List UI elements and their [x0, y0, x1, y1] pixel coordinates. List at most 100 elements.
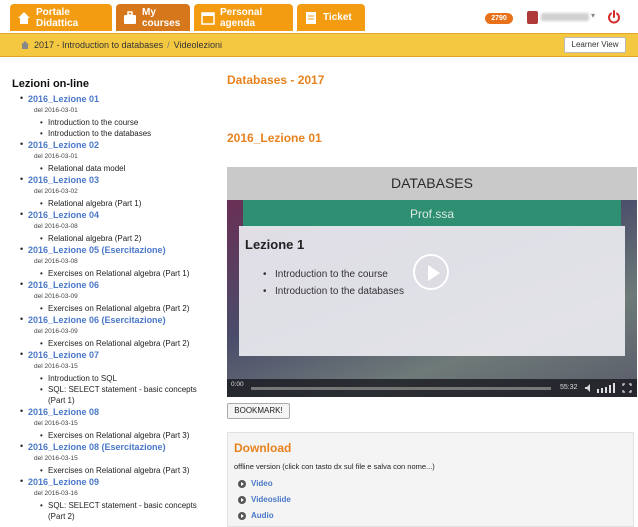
briefcase-icon [122, 10, 138, 26]
notification-badge[interactable]: 2790 [485, 13, 513, 24]
download-panel: Download offline version (click con tast… [227, 432, 634, 527]
topic-item: Exercises on Relational algebra (Part 2) [38, 303, 212, 314]
slide-subheading: Prof.ssa [243, 200, 621, 228]
lesson-date: del 2016-03-08 [34, 223, 78, 230]
lesson-item: 2016_Lezione 09 del 2016-03-16 SQL: SELECT… [12, 476, 212, 522]
slide-title: Lezione 1 [245, 237, 305, 252]
lesson-item: 2016_Lezione 06 (Esercitazione) del 2016-… [12, 314, 212, 349]
download-note: offline version (click con tasto dx sul … [234, 462, 435, 471]
slide-points: Introduction to the course Introduction … [263, 266, 404, 300]
tab-label: Portale Didattica [36, 6, 79, 29]
video-player[interactable]: DATABASES Prof.ssa Lezione 1 Introductio… [227, 167, 637, 397]
video-controls: 0:00 55:32 [227, 379, 637, 397]
topic-list: Exercises on Relational algebra (Part 1) [28, 268, 212, 279]
avatar[interactable] [527, 11, 538, 24]
lesson-date: del 2016-03-08 [34, 258, 78, 265]
lesson-item: 2016_Lezione 05 (Esercitazione) del 2016-… [12, 244, 212, 279]
topic-item: SQL: SELECT statement - basic concepts (… [38, 384, 212, 406]
home-icon [16, 10, 32, 26]
topic-item: Introduction to the databases [38, 128, 212, 139]
bookmark-button[interactable]: BOOKMARK! [227, 403, 290, 419]
course-title: Databases - 2017 [227, 73, 325, 87]
lesson-link[interactable]: 2016_Lezione 01 [28, 94, 212, 105]
slide-content: Lezione 1 Introduction to the course Int… [239, 226, 625, 356]
download-title: Download [234, 441, 292, 455]
tab-label: My courses [142, 6, 181, 29]
tab-portale-didattica[interactable]: Portale Didattica [10, 4, 112, 31]
calendar-icon [200, 10, 216, 26]
arrow-circle-icon [238, 511, 246, 520]
lesson-link[interactable]: 2016_Lezione 09 [28, 477, 212, 488]
lesson-link[interactable]: 2016_Lezione 03 [28, 175, 212, 186]
tab-label: Ticket [323, 12, 352, 23]
tab-personal-agenda[interactable]: Personal agenda [194, 4, 293, 31]
topic-item: Introduction to SQL [38, 373, 212, 384]
play-button[interactable] [413, 254, 449, 290]
lesson-item: 2016_Lezione 01 del 2016-03-01 Introductio… [12, 93, 212, 139]
lesson-item: 2016_Lezione 07 del 2016-03-15 Introductio… [12, 349, 212, 406]
lesson-date: del 2016-03-02 [34, 188, 78, 195]
topic-item: Exercises on Relational algebra (Part 2) [38, 338, 212, 349]
lesson-link[interactable]: 2016_Lezione 04 [28, 210, 212, 221]
topic-list: SQL: SELECT statement - basic concepts (… [28, 500, 212, 522]
lesson-item: 2016_Lezione 03 del 2016-03-02 Relational … [12, 174, 212, 209]
lesson-title: 2016_Lezione 01 [227, 131, 322, 145]
topic-item: Relational algebra (Part 2) [38, 233, 212, 244]
topic-list: Introduction to SQLSQL: SELECT statement… [28, 373, 212, 406]
home-icon[interactable] [20, 40, 30, 50]
lesson-date: del 2016-03-01 [34, 153, 78, 160]
power-icon[interactable] [606, 9, 622, 25]
download-video-link[interactable]: Video [238, 479, 273, 488]
lesson-link[interactable]: 2016_Lezione 06 [28, 280, 212, 291]
topic-item: Introduction to the course [38, 117, 212, 128]
topic-item: SQL: SELECT statement - basic concepts (… [38, 500, 212, 522]
breadcrumb: 2017 - Introduction to databases / Video… [20, 40, 222, 50]
tab-ticket[interactable]: Ticket [297, 4, 365, 31]
document-icon [303, 10, 319, 26]
username-redacted[interactable] [541, 13, 589, 21]
sidebar: Lezioni on-line 2016_Lezione 01 del 2016-… [12, 78, 212, 523]
download-videoslide-link[interactable]: Videoslide [238, 495, 291, 504]
breadcrumb-separator: / [167, 40, 170, 50]
lesson-item: 2016_Lezione 04 del 2016-03-08 Relational … [12, 209, 212, 244]
chevron-down-icon[interactable]: ▾ [591, 11, 595, 20]
lesson-link[interactable]: 2016_Lezione 07 [28, 350, 212, 361]
learner-view-button[interactable]: Learner View [564, 37, 626, 53]
lesson-link[interactable]: 2016_Lezione 02 [28, 140, 212, 151]
lesson-item: 2016_Lezione 08 del 2016-03-15 Exercises o… [12, 406, 212, 441]
topic-list: Exercises on Relational algebra (Part 2) [28, 303, 212, 314]
download-audio-link[interactable]: Audio [238, 511, 274, 520]
topic-list: Exercises on Relational algebra (Part 3) [28, 430, 212, 441]
lesson-link[interactable]: 2016_Lezione 08 (Esercitazione) [28, 442, 212, 453]
breadcrumb-current: Videolezioni [173, 40, 222, 50]
arrow-circle-icon [238, 479, 246, 488]
download-link-label: Videoslide [251, 495, 291, 504]
lesson-date: del 2016-03-01 [34, 107, 78, 114]
topic-item: Exercises on Relational algebra (Part 3) [38, 465, 212, 476]
topic-list: Introduction to the courseIntroduction t… [28, 117, 212, 139]
seek-bar[interactable] [251, 387, 551, 390]
fullscreen-icon[interactable] [622, 383, 632, 393]
breadcrumb-bar: 2017 - Introduction to databases / Video… [0, 33, 638, 57]
lesson-link[interactable]: 2016_Lezione 06 (Esercitazione) [28, 315, 212, 326]
lesson-link[interactable]: 2016_Lezione 08 [28, 407, 212, 418]
tab-my-courses[interactable]: My courses [116, 4, 190, 31]
volume-slider[interactable] [597, 383, 617, 393]
time-total: 55:32 [560, 384, 578, 391]
lesson-date: del 2016-03-09 [34, 328, 78, 335]
top-navigation: Portale Didattica My courses Personal ag… [0, 0, 638, 33]
topic-item: Relational data model [38, 163, 212, 174]
lesson-link[interactable]: 2016_Lezione 05 (Esercitazione) [28, 245, 212, 256]
topic-list: Exercises on Relational algebra (Part 3) [28, 465, 212, 476]
slide-point: Introduction to the databases [263, 283, 404, 300]
topic-list: Relational data model [28, 163, 212, 174]
download-link-label: Audio [251, 511, 274, 520]
topic-item: Exercises on Relational algebra (Part 1) [38, 268, 212, 279]
lesson-item: 2016_Lezione 06 del 2016-03-09 Exercises o… [12, 279, 212, 314]
breadcrumb-course[interactable]: 2017 - Introduction to databases [34, 40, 163, 50]
topic-list: Relational algebra (Part 1) [28, 198, 212, 209]
lesson-date: del 2016-03-15 [34, 455, 78, 462]
volume-icon[interactable] [584, 383, 594, 393]
topic-list: Relational algebra (Part 2) [28, 233, 212, 244]
download-link-label: Video [251, 479, 273, 488]
